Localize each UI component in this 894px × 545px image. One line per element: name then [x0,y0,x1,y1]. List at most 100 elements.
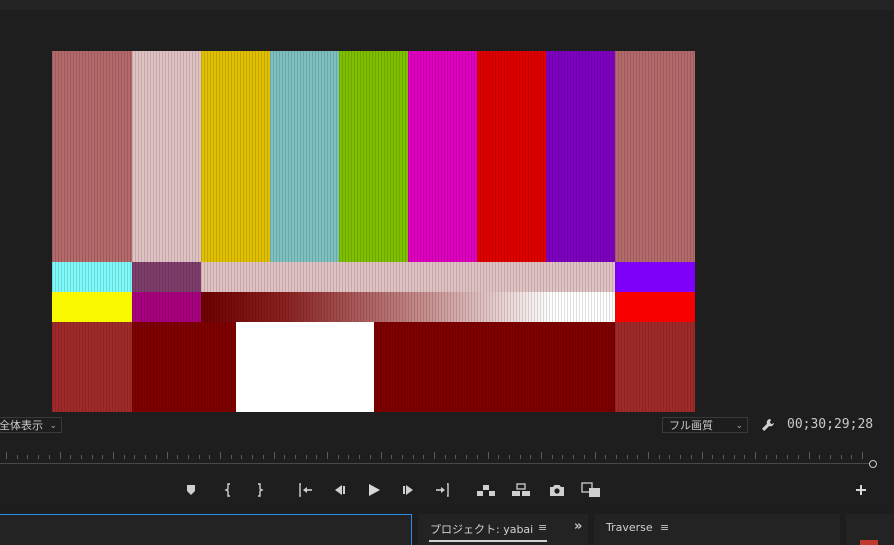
step-forward-button[interactable] [401,478,417,502]
ruler-tick [305,455,307,459]
ruler-tick [648,452,649,459]
go-to-in-button[interactable] [296,478,314,502]
ruler-tick [91,455,93,459]
go-to-in-icon [299,483,312,497]
extract-icon [512,483,530,496]
ruler-tick [808,452,810,459]
camera-icon [550,485,564,496]
ruler-tick [829,455,831,459]
ruler-tick [605,455,607,459]
ruler-tick [797,455,799,459]
tab-project[interactable]: プロジェクト: yabai [430,521,533,537]
ruler-tick [359,455,361,459]
ruler-tick [337,455,339,459]
ruler-tick [498,455,500,459]
ruler-baseline [0,463,870,464]
ruler-tick [391,455,393,459]
ruler-tick [198,455,200,459]
ruler-tick [401,455,403,459]
ruler-tick [444,455,446,459]
lift-button[interactable] [476,478,496,502]
go-to-out-icon [436,483,449,497]
ruler-tick [327,452,328,459]
playhead-timecode[interactable]: 00;30;29;28 [787,417,873,432]
bottom-panel-row: プロジェクト: yabai ≡ » Traverse ≡ [0,513,894,545]
ruler-tick [669,455,671,459]
ruler-tick [626,455,628,459]
ruler-tick [583,455,585,459]
ruler-tick [519,455,521,459]
chevron-down-icon: ⌄ [735,421,743,431]
ruler-tick [412,455,414,459]
ruler-tick [765,455,767,459]
ruler-tick [316,455,318,459]
ruler-tick [851,455,853,459]
wrench-icon [762,419,774,431]
ruler-tick [380,452,382,459]
ruler-tick [455,455,457,459]
tab-traverse[interactable]: Traverse [606,521,653,534]
ruler-tick [476,455,478,459]
playback-quality-dropdown[interactable]: フル画質 ⌄ [662,417,748,433]
panel-menu-icon[interactable]: ≡ [538,521,547,534]
time-ruler[interactable] [0,449,894,468]
project-panel-tabbar: プロジェクト: yabai ≡ » [418,514,588,545]
right-panel-edge [846,514,894,545]
ruler-tick [551,455,553,459]
add-marker-button[interactable] [183,478,199,502]
chevron-down-icon: ⌄ [49,421,57,431]
mark-in-button[interactable] [220,478,236,502]
ruler-tick [369,455,371,459]
fit-dropdown[interactable]: 全体表示 ⌄ [0,417,62,433]
overflow-chevron-icon[interactable]: » [574,519,582,534]
playhead-handle[interactable] [869,460,877,468]
step-back-icon [335,485,345,495]
active-tab-underline [429,540,547,542]
ruler-tick [209,455,211,459]
traverse-panel-tabbar: Traverse ≡ [594,514,840,545]
ruler-tick [48,455,50,459]
ruler-tick [284,455,286,459]
settings-wrench-button[interactable] [760,417,776,433]
mark-out-icon [258,483,264,497]
ruler-tick [680,455,682,459]
mark-in-icon [224,483,230,497]
export-frame-button[interactable] [548,478,566,502]
program-monitor [0,10,894,510]
go-to-out-button[interactable] [434,478,452,502]
timeline-panel-focused[interactable] [0,514,412,545]
ruler-tick [615,455,617,459]
ruler-tick [177,455,179,459]
button-editor-button[interactable] [852,478,870,502]
comparison-view-button[interactable] [581,478,601,502]
ruler-tick [187,455,189,459]
ruler-tick [819,455,821,459]
ruler-tick [294,455,296,459]
ruler-tick [262,455,264,459]
ruler-tick [59,452,61,459]
transport-controls [0,478,894,502]
ruler-tick [690,455,692,459]
extract-button[interactable] [511,478,531,502]
ruler-tick [241,455,243,459]
ruler-tick [722,455,724,459]
ruler-tick [487,452,489,459]
ruler-tick [541,452,542,459]
ruler-tick [434,452,435,459]
mark-out-button[interactable] [252,478,268,502]
ruler-tick [134,455,136,459]
ruler-tick [80,455,82,459]
ruler-tick [530,455,532,459]
ruler-tick [16,455,18,459]
step-back-button[interactable] [331,478,347,502]
ruler-tick [27,455,29,459]
compare-icon [581,482,600,497]
ruler-tick [658,455,660,459]
ruler-tick [38,455,40,459]
ruler-tick [423,455,425,459]
play-button[interactable] [365,478,383,502]
ruler-tick [787,455,789,459]
ruler-tick [637,455,639,459]
ruler-tick [252,455,254,459]
panel-menu-icon[interactable]: ≡ [660,521,669,534]
